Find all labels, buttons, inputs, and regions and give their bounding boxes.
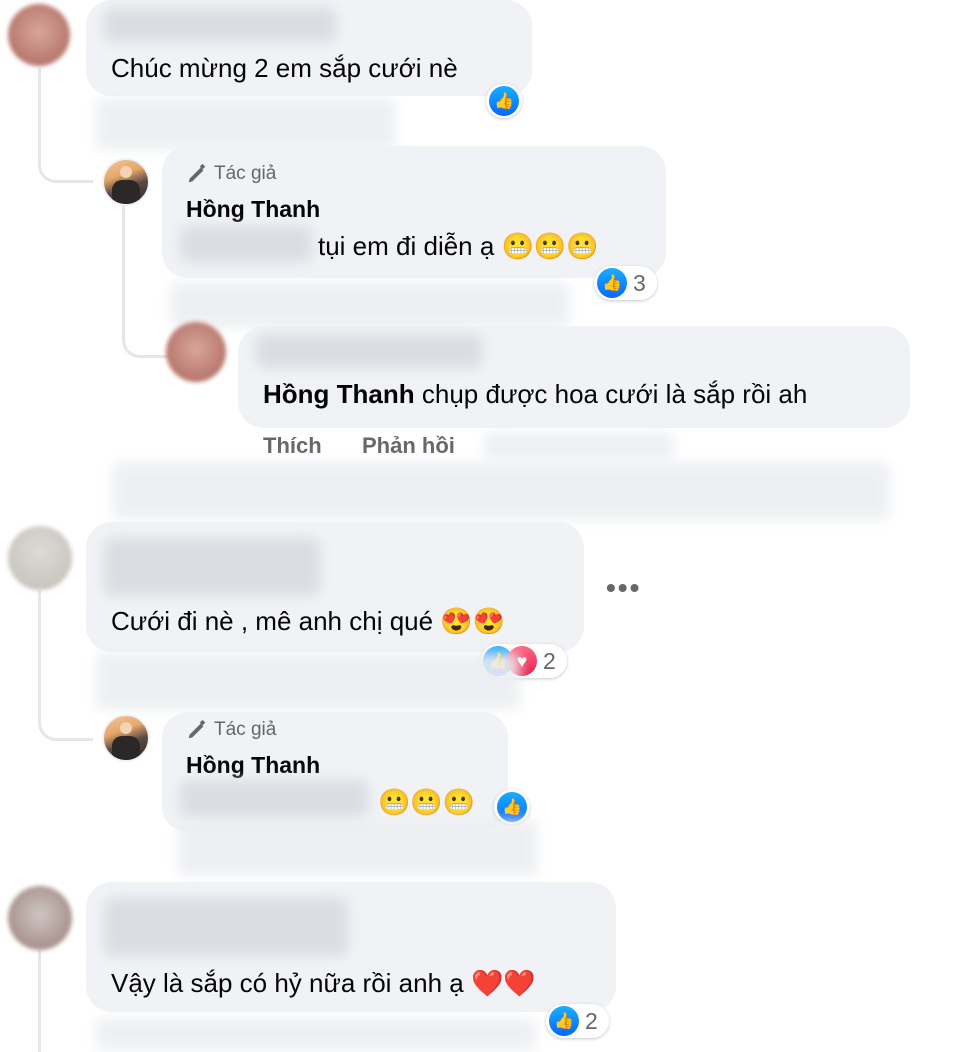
commenter-name-blurred[interactable] — [104, 898, 348, 956]
comment-text: Cưới đi nè , mê anh chị qué 😍😍 — [111, 605, 505, 637]
comment-text-body: Vậy là sắp có hỷ nữa rồi anh ạ — [111, 968, 464, 998]
grimace-emoji: 😬😬😬 — [378, 787, 476, 817]
reply-composer-blurred — [484, 432, 674, 460]
pencil-icon — [188, 719, 206, 739]
reaction-badge[interactable]: 👍 3 — [594, 266, 657, 300]
commenter-name[interactable]: Hồng Thanh — [186, 752, 320, 779]
comment-actions-blurred — [96, 98, 396, 150]
comment-text-body: Cưới đi nè , mê anh chị qué — [111, 606, 434, 636]
comment-text: Vậy là sắp có hỷ nữa rồi anh ạ ❤️❤️ — [111, 967, 536, 999]
comment-actions-blurred — [96, 652, 520, 710]
author-badge: Tác giả — [186, 719, 276, 741]
commenter-name-blurred[interactable] — [256, 334, 482, 368]
thread-connector — [38, 950, 41, 1052]
commenter-name-blurred[interactable] — [104, 538, 320, 596]
mention-blurred[interactable] — [180, 780, 368, 818]
author-badge-label: Tác giả — [214, 163, 277, 184]
comment-text: 😬😬😬 — [378, 786, 475, 818]
reaction-badge[interactable]: 👍 — [494, 790, 530, 824]
commenter-name[interactable]: Hồng Thanh — [186, 196, 320, 223]
thread-connector — [38, 68, 93, 183]
mention-blurred[interactable] — [180, 226, 312, 262]
comment-actions-blurred — [170, 282, 570, 328]
avatar[interactable] — [8, 886, 72, 950]
pencil-icon — [188, 163, 206, 183]
comment-text-body: tụi em đi diễn ạ — [318, 231, 495, 261]
reaction-badge[interactable]: 👍 2 — [546, 1004, 609, 1038]
mention[interactable]: Hồng Thanh — [263, 379, 415, 409]
heart-eyes-emoji: 😍😍 — [440, 606, 506, 636]
like-action[interactable]: Thích — [263, 433, 322, 459]
author-avatar[interactable] — [102, 158, 150, 206]
reply-action[interactable]: Phản hồi — [362, 433, 455, 459]
thumbs-up-icon: 👍 — [549, 1006, 579, 1036]
comment-actions-blurred — [96, 1018, 536, 1050]
thumbs-up-icon: 👍 — [597, 268, 627, 298]
reaction-count: 3 — [633, 269, 646, 296]
commenter-name-blurred[interactable] — [104, 8, 336, 42]
comment-text: tụi em đi diễn ạ 😬😬😬 — [318, 230, 599, 262]
red-heart-emoji: ❤️❤️ — [470, 968, 536, 998]
author-badge-label: Tác giả — [214, 719, 277, 740]
reaction-badge[interactable]: 👍 — [486, 84, 522, 118]
more-dots-icon[interactable]: ••• — [606, 572, 641, 604]
avatar[interactable] — [166, 322, 226, 382]
author-avatar[interactable] — [102, 714, 150, 762]
reply-composer-blurred — [112, 462, 890, 520]
comment-text-body: chụp được hoa cưới là sắp rồi ah — [421, 379, 808, 409]
comment-actions-blurred — [178, 820, 538, 876]
avatar[interactable] — [8, 526, 72, 590]
comment-text: Hồng Thanh chụp được hoa cưới là sắp rồi… — [263, 378, 807, 410]
thumbs-up-icon: 👍 — [489, 86, 519, 116]
avatar[interactable] — [8, 4, 70, 66]
thread-connector — [38, 590, 93, 741]
grimace-emoji: 😬😬😬 — [501, 231, 599, 261]
author-badge: Tác giả — [186, 163, 276, 185]
reaction-count: 2 — [543, 647, 556, 674]
reaction-count: 2 — [585, 1007, 598, 1034]
comment-text: Chúc mừng 2 em sắp cưới nè — [111, 53, 458, 83]
thumbs-up-icon: 👍 — [497, 792, 527, 822]
